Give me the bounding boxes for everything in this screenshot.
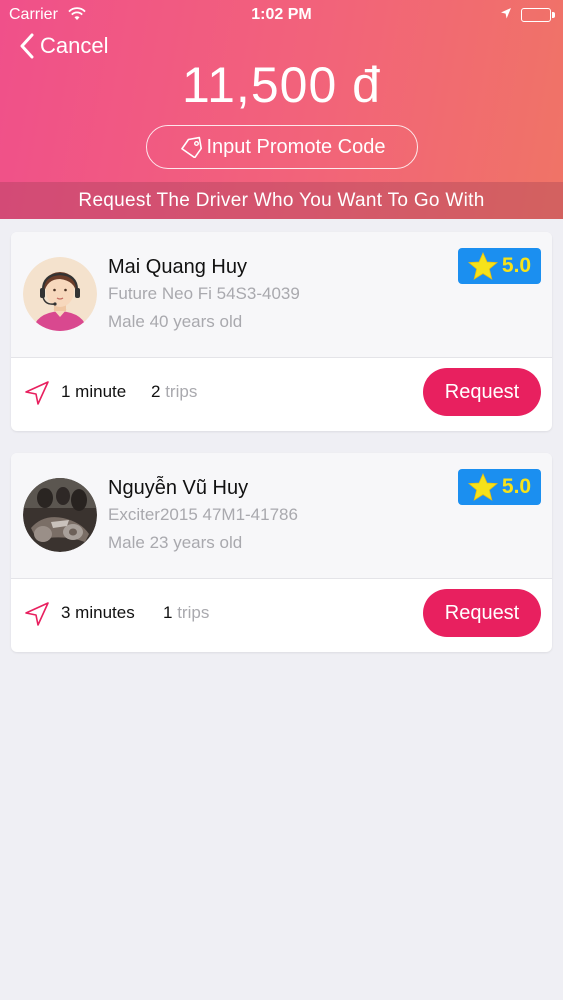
navigation-arrow-icon xyxy=(24,380,50,411)
request-button[interactable]: Request xyxy=(423,589,541,637)
navigation-arrow-icon xyxy=(24,601,50,632)
request-button[interactable]: Request xyxy=(423,368,541,416)
driver-vehicle: Future Neo Fi 54S3-4039 xyxy=(108,284,300,303)
promo-code-button[interactable]: Input Promote Code xyxy=(146,125,418,169)
driver-eta: 3 minutes xyxy=(61,603,135,622)
rating-value: 5.0 xyxy=(501,475,532,498)
card-divider xyxy=(11,357,552,358)
driver-card: Nguyễn Vũ Huy Exciter2015 47M1-41786 Mal… xyxy=(11,453,552,652)
rating-badge: 5.0 xyxy=(458,469,541,505)
tag-icon xyxy=(180,136,202,158)
trip-price: 11,500 đ xyxy=(182,57,381,113)
request-banner: Request The Driver Who You Want To Go Wi… xyxy=(0,182,563,219)
promo-code-label: Input Promote Code xyxy=(206,135,386,158)
rating-badge: 5.0 xyxy=(458,248,541,284)
driver-trips: 2 trips xyxy=(151,382,197,402)
star-icon xyxy=(467,473,498,501)
driver-card: Mai Quang Huy Future Neo Fi 54S3-4039 Ma… xyxy=(11,232,552,431)
driver-eta: 1 minute xyxy=(61,382,127,401)
trips-unit: trips xyxy=(177,603,210,622)
trips-count: 1 xyxy=(163,603,173,622)
battery-icon xyxy=(521,8,555,22)
trips-count: 2 xyxy=(151,382,161,401)
driver-avatar xyxy=(23,478,97,552)
status-time: 1:02 PM xyxy=(251,6,312,23)
header: Carrier 1:02 PM Cancel 11,500 đ Input Pr… xyxy=(0,0,563,219)
star-icon xyxy=(467,252,498,280)
request-banner-text: Request The Driver Who You Want To Go Wi… xyxy=(78,189,485,211)
driver-trips: 1 trips xyxy=(163,603,209,623)
card-divider xyxy=(11,578,552,579)
driver-vehicle: Exciter2015 47M1-41786 xyxy=(108,505,298,524)
trips-unit: trips xyxy=(165,382,198,401)
driver-info: Male 40 years old xyxy=(108,312,243,331)
location-arrow-icon xyxy=(500,7,512,25)
status-bar: Carrier 1:02 PM xyxy=(0,0,563,30)
rating-value: 5.0 xyxy=(501,254,532,277)
driver-name: Mai Quang Huy xyxy=(108,256,247,278)
driver-name: Nguyễn Vũ Huy xyxy=(108,477,249,499)
driver-info: Male 23 years old xyxy=(108,533,243,552)
driver-avatar xyxy=(23,257,97,331)
